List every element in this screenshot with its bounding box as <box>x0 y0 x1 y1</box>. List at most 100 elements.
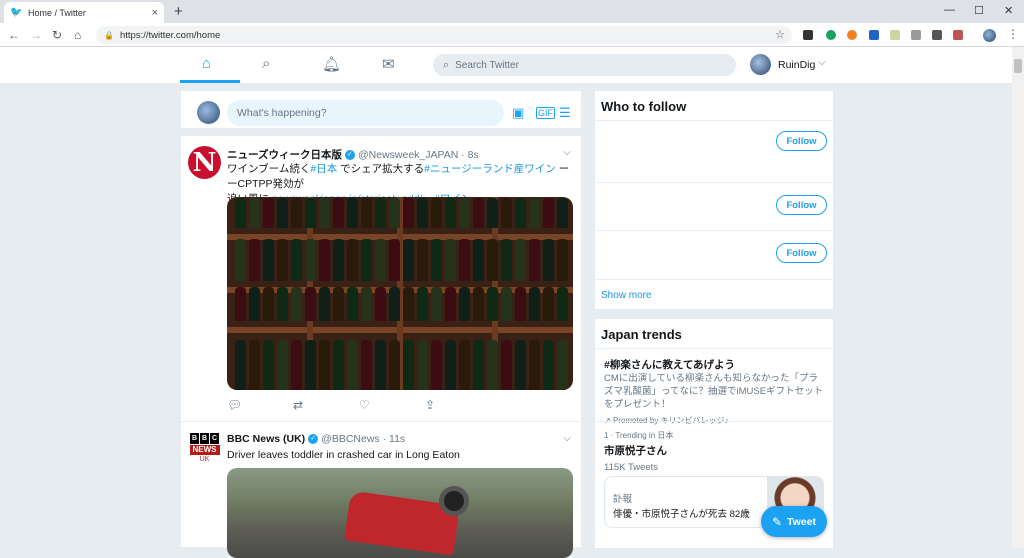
extension-shield-icon[interactable] <box>803 30 813 40</box>
wine-bottle <box>557 198 568 228</box>
show-more-link[interactable]: Show more <box>601 290 652 301</box>
tweet-author-name[interactable]: ニューズウィーク日本版 <box>227 149 342 161</box>
wine-bottle <box>403 239 414 281</box>
reply-icon[interactable]: 💬︎ <box>227 398 242 412</box>
chevron-down-icon[interactable]: ⌵ <box>818 57 826 68</box>
extension-gray-icon[interactable] <box>911 30 921 40</box>
wine-bottle <box>487 198 498 228</box>
wine-bottle <box>417 287 428 321</box>
search-icon: ⌕ <box>443 58 450 71</box>
tweet-handle-time[interactable]: @Newsweek_JAPAN · 8s <box>358 149 479 161</box>
reload-button[interactable]: ↻ <box>52 28 62 42</box>
follow-button[interactable]: Follow <box>776 243 827 263</box>
back-button[interactable]: ← <box>8 28 20 42</box>
home-icon[interactable]: ⌂ <box>202 55 211 72</box>
tweet-bbc[interactable]: BBC NEWS UK BBC News (UK) ✓ @BBCNews · 11s… <box>181 422 581 558</box>
browser-menu-icon[interactable]: ⋮ <box>1007 27 1019 41</box>
extension-orange-icon[interactable] <box>847 30 857 40</box>
follow-button[interactable]: Follow <box>776 131 827 151</box>
browser-profile-avatar[interactable] <box>983 29 996 42</box>
tweet-author-name[interactable]: BBC News (UK) <box>227 433 305 445</box>
trend-item[interactable]: 1 · Trending in 日本 市原悦子さん 115K Tweets <box>595 430 833 474</box>
poll-icon[interactable]: ☰ <box>559 105 571 121</box>
forward-button[interactable]: → <box>30 28 42 42</box>
compose-avatar <box>197 101 220 124</box>
messages-envelope-icon[interactable]: ✉ <box>382 55 395 73</box>
follow-button[interactable]: Follow <box>776 195 827 215</box>
newsweek-avatar[interactable]: N <box>188 146 221 179</box>
tweet-header: ニューズウィーク日本版 ✓ @Newsweek_JAPAN · 8s <box>227 147 479 162</box>
wine-bottle <box>389 198 400 228</box>
verified-icon: ✓ <box>308 434 319 445</box>
wine-bottle <box>543 340 554 390</box>
tweet-menu-chevron-icon[interactable]: ⌵ <box>563 147 571 158</box>
share-icon[interactable]: ⇪ <box>425 398 435 412</box>
bookmark-star-icon[interactable]: ☆ <box>775 28 785 41</box>
wine-bottle <box>277 198 288 228</box>
wine-bottle <box>249 239 260 281</box>
who-to-follow-title: Who to follow <box>595 91 833 121</box>
wine-bottle <box>277 287 288 321</box>
tweet-text: Driver leaves toddler in crashed car in … <box>227 449 460 461</box>
extension-red-icon[interactable] <box>953 30 963 40</box>
window-close-button[interactable]: ✕ <box>1004 4 1013 17</box>
tweet-image-wine-shelves[interactable] <box>227 197 573 390</box>
wine-bottle <box>445 239 456 281</box>
trend-meta: 1 · Trending in 日本 <box>604 431 674 440</box>
wine-bottle <box>459 239 470 281</box>
bbc-logo: BBC <box>190 433 220 444</box>
wine-bottle <box>361 239 372 281</box>
url-bar[interactable]: 🔒 https://twitter.com/home <box>96 26 792 44</box>
wine-bottle <box>543 239 554 281</box>
page-scrollbar[interactable] <box>1012 47 1024 548</box>
wine-bottle <box>291 198 302 228</box>
trend-item-promoted[interactable]: #柳楽さんに教えてあげよう CMに出演している柳楽さんも知らなかった「プラズマ乳… <box>595 357 833 426</box>
tweet-image-crashed-car[interactable] <box>227 468 573 558</box>
wine-bottle <box>347 239 358 281</box>
wine-bottle <box>543 287 554 321</box>
wine-bottle <box>473 198 484 228</box>
follow-suggestion[interactable]: Follow <box>595 121 833 183</box>
follow-suggestion[interactable]: Follow <box>595 183 833 231</box>
explore-search-icon[interactable]: ⌕ <box>262 55 270 72</box>
tab-close-icon[interactable]: × <box>152 7 158 19</box>
maximize-button[interactable]: ☐ <box>974 4 984 17</box>
home-button[interactable]: ⌂ <box>74 28 81 42</box>
hashtag-link[interactable]: #日本 <box>310 163 337 175</box>
image-icon[interactable]: ▣ <box>512 105 524 121</box>
browser-tab[interactable]: 🐦 Home / Twitter × <box>4 2 164 23</box>
tweet-menu-chevron-icon[interactable]: ⌵ <box>563 433 571 444</box>
wine-bottle <box>431 239 442 281</box>
minimize-button[interactable]: — <box>944 4 955 16</box>
compose-input[interactable]: What's happening? <box>227 100 504 126</box>
wine-bottle <box>305 198 316 228</box>
bbc-news-avatar[interactable]: BBC NEWS UK <box>188 433 221 466</box>
user-name[interactable]: RuinDig <box>778 59 815 71</box>
bbc-letter: C <box>210 433 219 444</box>
wine-bottle <box>361 287 372 321</box>
extension-blue-icon[interactable] <box>869 30 879 40</box>
tweet-newsweek[interactable]: N ニューズウィーク日本版 ✓ @Newsweek_JAPAN · 8s ⌵ ワイン… <box>181 136 581 422</box>
new-tab-button[interactable]: + <box>174 3 183 20</box>
extension-green-icon[interactable] <box>826 30 836 40</box>
notifications-bell-icon[interactable]: 🔔︎ <box>322 55 341 73</box>
car-wheel-shape <box>439 486 469 516</box>
bbc-letter: B <box>200 433 209 444</box>
wine-bottle <box>529 340 540 390</box>
extension-dark-icon[interactable] <box>932 30 942 40</box>
search-input[interactable]: ⌕ Search Twitter <box>433 54 736 76</box>
scrollbar-thumb[interactable] <box>1014 59 1022 73</box>
wine-bottle <box>501 198 512 228</box>
gif-icon[interactable]: GIF <box>536 107 555 119</box>
home-tab-underline <box>180 80 240 83</box>
hashtag-link[interactable]: #ニュージーランド産ワイン <box>424 163 556 175</box>
retweet-icon[interactable]: ⇄ <box>293 398 303 412</box>
user-avatar[interactable] <box>750 54 771 75</box>
like-icon[interactable]: ♡ <box>359 398 370 412</box>
wine-bottle <box>403 340 414 390</box>
tweet-button[interactable]: ✎ Tweet <box>761 506 827 537</box>
extension-puzzle-icon[interactable] <box>890 30 900 40</box>
tweet-handle-time[interactable]: @BBCNews · 11s <box>321 433 405 445</box>
follow-suggestion[interactable]: Follow <box>595 231 833 280</box>
wine-bottle <box>263 198 274 228</box>
